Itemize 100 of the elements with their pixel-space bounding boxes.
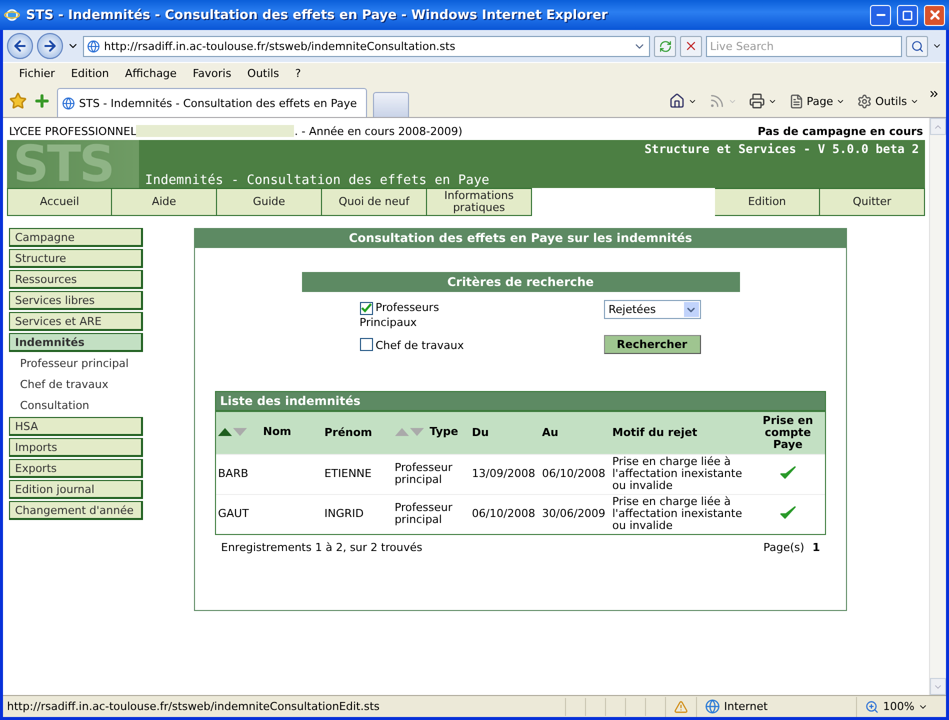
nav-tab[interactable]: Edition: [715, 188, 820, 216]
sidebar-item[interactable]: Changement d'année: [9, 501, 143, 520]
table-cell: Prise en charge liée à l'affectation inexistante ou invalide: [612, 495, 742, 532]
security-zone: Internet: [724, 700, 768, 713]
table-cell: GAUT: [218, 507, 249, 520]
browser-logo-icon: [4, 7, 20, 23]
nav-tab[interactable]: Quoi de neuf: [322, 188, 427, 216]
nav-tab[interactable]: Informations pratiques: [427, 188, 532, 216]
window-title: STS - Indemnités - Consultation des effets en Paye - Windows Internet Explorer: [26, 8, 609, 22]
column-header: Prénom: [324, 426, 372, 439]
stop-button[interactable]: [680, 36, 702, 56]
sidebar-item[interactable]: Exports: [9, 459, 143, 478]
records-summary: Enregistrements 1 à 2, sur 2 trouvés: [221, 541, 422, 554]
sidebar-item[interactable]: Services et ARE: [9, 312, 143, 331]
refresh-icon: [658, 40, 672, 52]
forward-button[interactable]: [37, 33, 63, 59]
column-header: Nom: [262, 426, 292, 438]
close-icon: [928, 8, 942, 22]
add-favorite-icon[interactable]: [33, 92, 51, 110]
zoom-icon: [865, 700, 879, 714]
sidebar-item[interactable]: Structure: [9, 249, 143, 268]
close-icon: [684, 39, 698, 53]
checkbox[interactable]: [360, 302, 372, 314]
app-version: Structure et Services - V 5.0.0 beta 2: [644, 142, 919, 156]
criteria-title: Critères de recherche: [302, 272, 740, 292]
school-year: . - Année en cours 2008-2009): [294, 124, 462, 138]
sidebar-item[interactable]: Edition journal: [9, 480, 143, 499]
nav-tab[interactable]: Accueil: [7, 188, 112, 216]
tools-menu[interactable]: Outils: [854, 88, 922, 114]
page-link[interactable]: 1: [812, 541, 820, 554]
scrollbar[interactable]: [929, 118, 946, 695]
nav-tab[interactable]: Quitter: [820, 188, 925, 216]
table-cell: BARB: [218, 467, 248, 480]
sidebar-item[interactable]: Ressources: [9, 270, 143, 289]
page-title: Indemnités - Consultation des effets en Paye: [145, 173, 490, 188]
campaign-status: Pas de campagne en cours: [758, 124, 923, 138]
table-cell: 30/06/2009: [542, 507, 606, 520]
home-icon: [668, 93, 685, 109]
sidebar-subitem[interactable]: Chef de travaux: [9, 375, 143, 394]
column-header: Type: [430, 426, 458, 438]
menu-item[interactable]: Edition: [62, 67, 118, 80]
table-cell: Professeur principal: [394, 461, 452, 486]
table-cell: Prise en charge liée à l'affectation inexistante ou invalide: [612, 455, 742, 492]
menu-item[interactable]: ?: [287, 67, 309, 80]
back-button[interactable]: [7, 33, 33, 59]
column-header: Motif du rejet: [612, 426, 698, 439]
sidebar-item[interactable]: HSA: [9, 417, 143, 436]
globe-icon: [705, 699, 720, 714]
table-cell: 13/09/2008: [472, 467, 536, 480]
menu-item[interactable]: Favoris: [184, 67, 240, 80]
refresh-button[interactable]: [654, 36, 676, 56]
panel-title: Consultation des effets en Paye sur les indemnités: [195, 228, 846, 248]
status-url: http://rsadiff.in.ac-toulouse.fr/stsweb/indemniteConsultationEdit.sts: [6, 700, 381, 713]
checkbox-label[interactable]: Professeurs Principaux: [360, 300, 490, 330]
feed-icon: [708, 93, 725, 109]
status-select[interactable]: Rejetées: [604, 300, 700, 319]
sort-up-icon[interactable]: [218, 428, 232, 436]
sidebar-item[interactable]: Campagne: [9, 228, 143, 247]
printer-icon: [748, 93, 765, 109]
column-header: Prise en compte Paye: [762, 414, 814, 451]
globe-icon: [62, 96, 75, 110]
list-title: Liste des indemnités: [216, 392, 825, 412]
arrow-right-icon: [42, 38, 58, 54]
pages-label: Page(s): [763, 541, 804, 554]
sidebar-item[interactable]: Services libres: [9, 291, 143, 310]
address-field[interactable]: http://rsadiff.in.ac-toulouse.fr/stsweb/indemniteConsultation.sts: [83, 36, 650, 56]
zoom-control[interactable]: 100%: [856, 696, 946, 716]
page-menu[interactable]: Page: [786, 88, 848, 114]
checkbox[interactable]: [360, 338, 372, 351]
table-cell: Professeur principal: [394, 501, 452, 526]
table-cell: INGRID: [324, 507, 364, 520]
gear-icon: [857, 94, 872, 108]
more-icon[interactable]: [928, 88, 940, 100]
nav-tab[interactable]: Aide: [112, 188, 217, 216]
menu-item[interactable]: Affichage: [117, 67, 185, 80]
sidebar-item[interactable]: Imports: [9, 438, 143, 457]
menu-item[interactable]: Fichier: [11, 67, 63, 80]
search-button[interactable]: Rechercher: [604, 335, 700, 354]
search-icon: [910, 40, 924, 52]
menu-item[interactable]: Outils: [239, 67, 288, 80]
sidebar-subitem[interactable]: Professeur principal: [9, 354, 143, 373]
page-icon: [788, 94, 804, 108]
maximize-icon: [902, 10, 913, 20]
school-label: LYCEE PROFESSIONNEL: [9, 124, 136, 138]
column-header: Du: [472, 426, 489, 439]
close-button[interactable]: [924, 4, 945, 26]
maximize-button[interactable]: [897, 4, 918, 26]
sidebar-subitem[interactable]: Consultation: [9, 396, 143, 415]
favorites-icon[interactable]: [9, 92, 27, 110]
browser-tab[interactable]: STS - Indemnités - Consultation des effets en Paye: [57, 88, 367, 117]
column-header: Au: [542, 426, 558, 439]
nav-tab[interactable]: Guide: [217, 188, 322, 216]
checkbox-label[interactable]: Chef de travaux: [360, 338, 490, 353]
table-cell: ETIENNE: [324, 467, 372, 480]
globe-icon: [87, 40, 100, 52]
minimize-button[interactable]: [870, 4, 891, 26]
table-cell: 06/10/2008: [472, 507, 536, 520]
sidebar-item[interactable]: Indemnités: [9, 333, 143, 352]
table-cell: 06/10/2008: [542, 467, 606, 480]
search-button[interactable]: [906, 36, 928, 56]
